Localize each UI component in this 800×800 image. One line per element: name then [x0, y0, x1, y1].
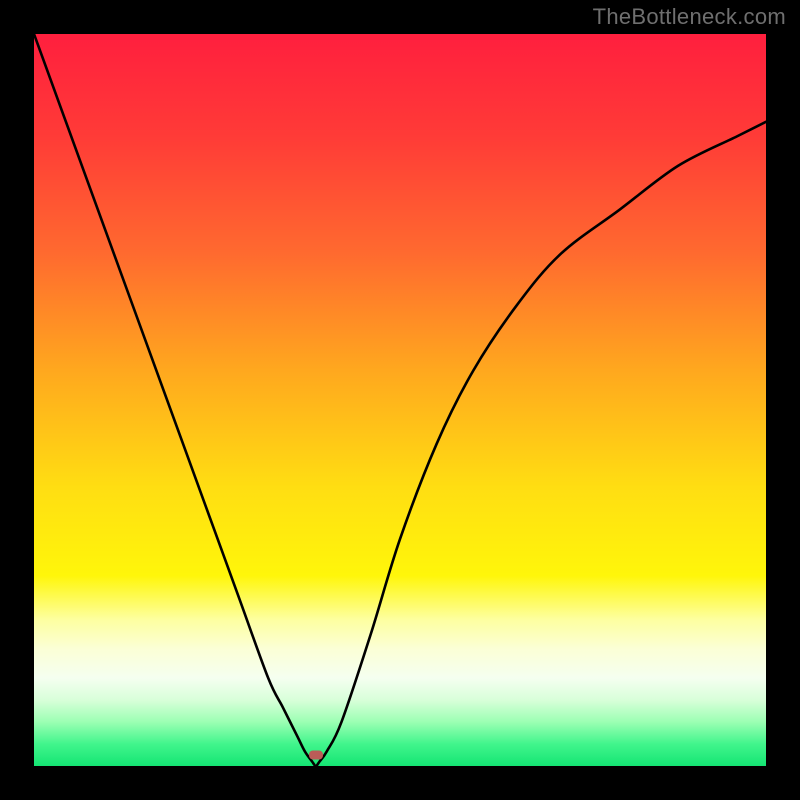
- optimal-marker-dot: [309, 751, 323, 760]
- chart-frame: TheBottleneck.com: [0, 0, 800, 800]
- watermark-text: TheBottleneck.com: [593, 4, 786, 30]
- background-gradient: [34, 34, 766, 766]
- plot-area: [34, 34, 766, 766]
